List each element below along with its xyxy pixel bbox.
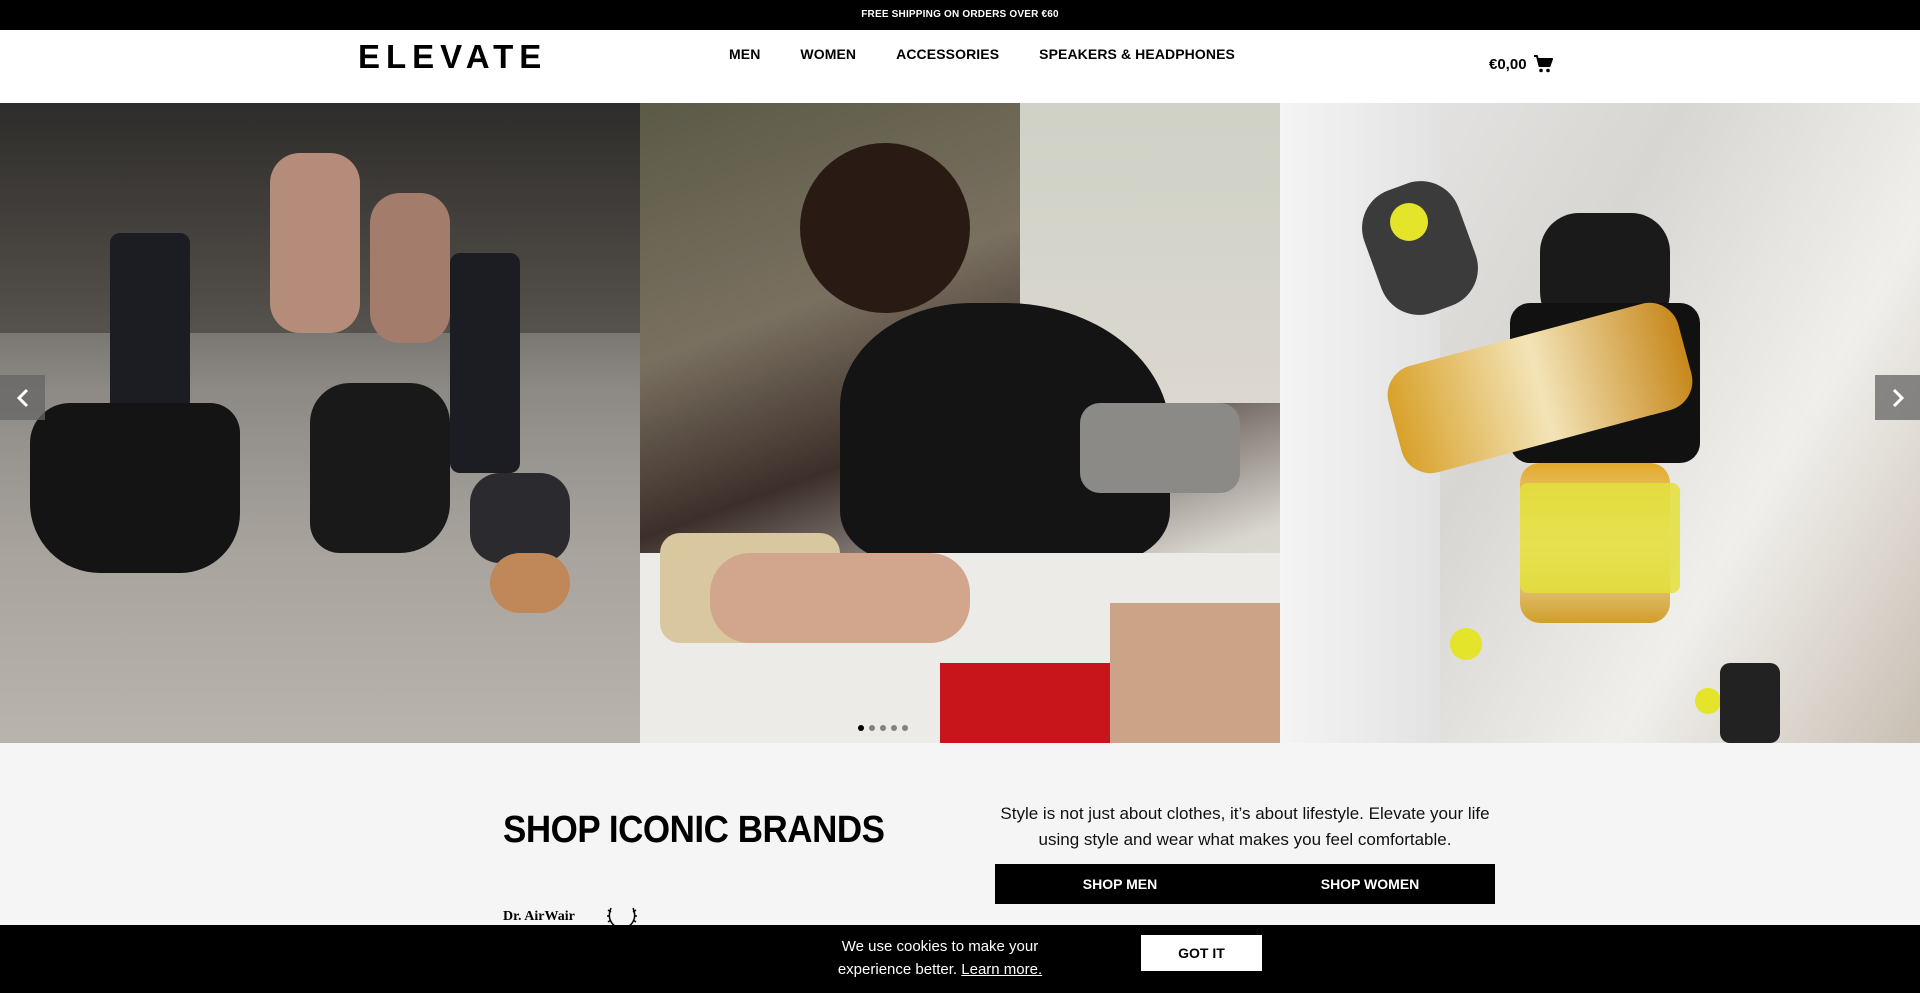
announcement-text: FREE SHIPPING ON ORDERS OVER €60 <box>861 9 1059 20</box>
slider-dot-4[interactable] <box>891 725 897 731</box>
announcement-bar: FREE SHIPPING ON ORDERS OVER €60 <box>0 0 1920 30</box>
slider-dot-3[interactable] <box>880 725 886 731</box>
slider-dot-5[interactable] <box>902 725 908 731</box>
nav-speakers-headphones[interactable]: SPEAKERS & HEADPHONES <box>1039 46 1235 62</box>
main-nav: MEN WOMEN ACCESSORIES SPEAKERS & HEADPHO… <box>729 46 1235 62</box>
slider-dots <box>858 725 908 731</box>
shop-women-button[interactable]: SHOP WOMEN <box>1245 864 1495 904</box>
slider-dot-1[interactable] <box>858 725 864 731</box>
chevron-left-icon <box>16 388 28 407</box>
hero-image-headphones <box>640 103 1280 743</box>
brand-logo-drmartens[interactable]: Dr. AirWair <box>503 909 575 925</box>
cart-button[interactable]: €0,00 <box>1489 55 1553 73</box>
slider-dot-2[interactable] <box>869 725 875 731</box>
slider-next-button[interactable] <box>1875 375 1920 420</box>
cookie-learn-more-link[interactable]: Learn more. <box>961 961 1042 978</box>
hero-image-boots <box>0 103 640 743</box>
section-title: SHOP ICONIC BRANDS <box>503 809 885 851</box>
cart-icon <box>1533 55 1553 73</box>
cookie-accept-button[interactable]: GOT IT <box>1141 935 1262 971</box>
slider-prev-button[interactable] <box>0 375 45 420</box>
site-header: ELEVATE MEN WOMEN ACCESSORIES SPEAKERS &… <box>0 30 1920 103</box>
hero-image-shopping-cart <box>1280 103 1920 743</box>
logo-text: ELEVATE <box>358 38 548 75</box>
shop-buttons: SHOP MEN SHOP WOMEN <box>995 864 1495 904</box>
chevron-right-icon <box>1892 388 1904 407</box>
site-logo[interactable]: ELEVATE <box>358 38 548 75</box>
cart-total: €0,00 <box>1489 55 1527 73</box>
cookie-banner: We use cookies to make your experience b… <box>0 925 1920 993</box>
nav-men[interactable]: MEN <box>729 46 760 62</box>
section-tagline: Style is not just about clothes, it’s ab… <box>1000 804 1490 849</box>
cookie-message: We use cookies to make your experience b… <box>810 935 1070 981</box>
nav-women[interactable]: WOMEN <box>800 46 856 62</box>
hero-slider <box>0 103 1920 743</box>
nav-accessories[interactable]: ACCESSORIES <box>896 46 999 62</box>
shop-men-button[interactable]: SHOP MEN <box>995 864 1245 904</box>
